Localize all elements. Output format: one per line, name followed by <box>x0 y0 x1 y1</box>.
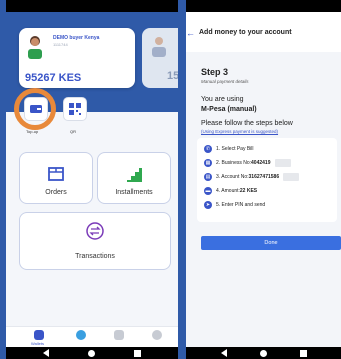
back-arrow-icon[interactable]: ← <box>186 28 195 38</box>
topup-button[interactable] <box>24 97 48 121</box>
amount-value: 22 KES <box>239 188 258 194</box>
topup-label: Top-up <box>26 129 39 134</box>
step-row: ▦ 2. Business No: 4042419 <box>204 158 291 168</box>
instructions-heading: Please follow the steps below <box>201 120 293 127</box>
box-icon <box>48 167 64 181</box>
exchange-icon <box>86 222 104 240</box>
home-nav-icon[interactable] <box>87 349 95 357</box>
back-nav-icon[interactable] <box>220 349 227 357</box>
tab-wallets[interactable] <box>34 330 44 340</box>
transactions-tile[interactable]: Transactions <box>19 212 171 270</box>
qr-label: QR <box>70 129 76 134</box>
step-text: 1. Select Pay Bill <box>216 146 254 152</box>
phone-icon: ✆ <box>204 145 212 153</box>
add-money-screen: ← Add money to your account Step 3 Manua… <box>186 0 341 359</box>
step-text: 3. Account No: <box>216 174 249 180</box>
tab-store[interactable] <box>114 330 124 340</box>
step-subtitle: Manual payment details <box>201 79 249 84</box>
payment-details: Step 3 Manual payment details You are us… <box>186 52 341 347</box>
wallet-icon <box>30 105 42 113</box>
screen-header: ← Add money to your account <box>186 12 341 53</box>
account-number: 1111744 <box>53 42 68 47</box>
wallet-screen: DEMO buyer Kenya 1111744 95267 KES 15094… <box>6 0 178 359</box>
steps-card: ✆ 1. Select Pay Bill ▦ 2. Business No: 4… <box>197 138 337 222</box>
system-nav-bar <box>186 347 341 359</box>
account-balance: 95267 KES <box>25 72 82 84</box>
building-icon: ▦ <box>204 159 212 167</box>
send-icon: ➤ <box>204 201 212 209</box>
step-row: ▤ 3. Account No: 31627471586 <box>204 172 300 182</box>
avatar-icon <box>28 36 42 59</box>
step-row: ▬ 4. Amount: 22 KES <box>204 186 257 196</box>
business-number: 4042419 <box>251 160 271 166</box>
secondary-balance: 15094 <box>167 70 178 82</box>
secondary-account-card[interactable]: 15094 <box>142 28 178 88</box>
using-label: You are using <box>201 96 244 103</box>
copy-button[interactable] <box>283 173 300 181</box>
orders-tile[interactable]: Orders <box>19 152 93 204</box>
status-bar <box>6 0 178 12</box>
bottom-tab-bar: Wallets <box>6 326 178 347</box>
home-nav-icon[interactable] <box>259 349 267 357</box>
orders-label: Orders <box>45 189 67 196</box>
recents-nav-icon[interactable] <box>299 349 307 357</box>
express-payment-link[interactable]: (Using Express payment is suggested) <box>201 129 278 134</box>
back-nav-icon[interactable] <box>43 349 50 357</box>
stairs-icon <box>127 168 142 182</box>
tab-wallets-label: Wallets <box>31 341 44 346</box>
money-icon: ▬ <box>204 187 212 195</box>
recents-nav-icon[interactable] <box>133 349 141 357</box>
payment-method: M-Pesa (manual) <box>201 106 257 113</box>
status-bar <box>186 0 341 12</box>
step-text: 5. Enter PIN and send <box>216 202 266 208</box>
step-row: ✆ 1. Select Pay Bill <box>204 144 254 154</box>
tab-profile[interactable] <box>152 330 162 340</box>
system-nav-bar <box>6 347 178 359</box>
screen-title: Add money to your account <box>199 29 292 36</box>
account-name: DEMO buyer Kenya <box>53 35 100 41</box>
avatar-icon <box>152 37 166 57</box>
step-title: Step 3 <box>201 67 229 77</box>
transactions-label: Transactions <box>75 253 115 260</box>
account-card[interactable]: DEMO buyer Kenya 1111744 95267 KES <box>19 28 135 88</box>
step-text: 2. Business No: <box>216 160 252 166</box>
done-button[interactable]: Done <box>201 236 341 250</box>
qr-icon <box>69 103 81 115</box>
installments-label: Installments <box>115 189 153 196</box>
copy-button[interactable] <box>274 159 291 167</box>
step-text: 4. Amount: <box>216 188 240 194</box>
step-row: ➤ 5. Enter PIN and send <box>204 200 265 210</box>
qr-button[interactable] <box>63 97 87 121</box>
tab-network[interactable] <box>76 330 86 340</box>
account-icon: ▤ <box>204 173 212 181</box>
account-number: 31627471586 <box>248 174 280 180</box>
installments-tile[interactable]: Installments <box>97 152 171 204</box>
